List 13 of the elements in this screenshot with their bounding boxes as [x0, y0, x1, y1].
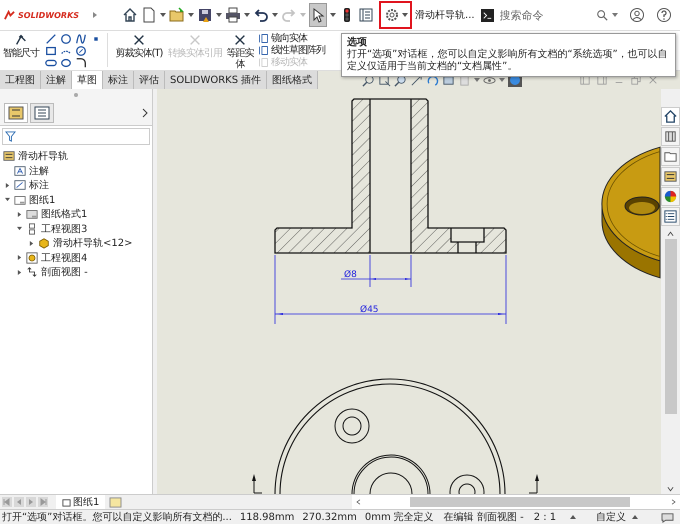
- x-coordinate: 118.98mm: [240, 512, 294, 522]
- sheet-scale: 2 : 1: [534, 512, 556, 522]
- tooltip-title: 选项: [347, 36, 368, 48]
- tooltip-text: 打开“选项”对话框，您可以自定义影响所有文档的“系统选项”，也可以自定义仅适用于当前文档的“文档属性”。: [347, 49, 669, 73]
- y-coordinate: 270.32mm: [302, 512, 357, 522]
- document-title: 滑动杆导轨...: [415, 8, 475, 22]
- dimension-label: Ø45: [360, 305, 379, 315]
- status-message: 打开“选项”对话框。您可以自定义影响所有文档的...: [2, 510, 232, 524]
- dimension-label: Ø8: [344, 270, 357, 280]
- sketch-status: 完全定义: [394, 510, 434, 524]
- z-coordinate: 0mm: [364, 512, 391, 522]
- editing-status: 在编辑 剖面视图 -: [444, 510, 524, 524]
- app-logo: SOLIDWORKS: [18, 10, 80, 20]
